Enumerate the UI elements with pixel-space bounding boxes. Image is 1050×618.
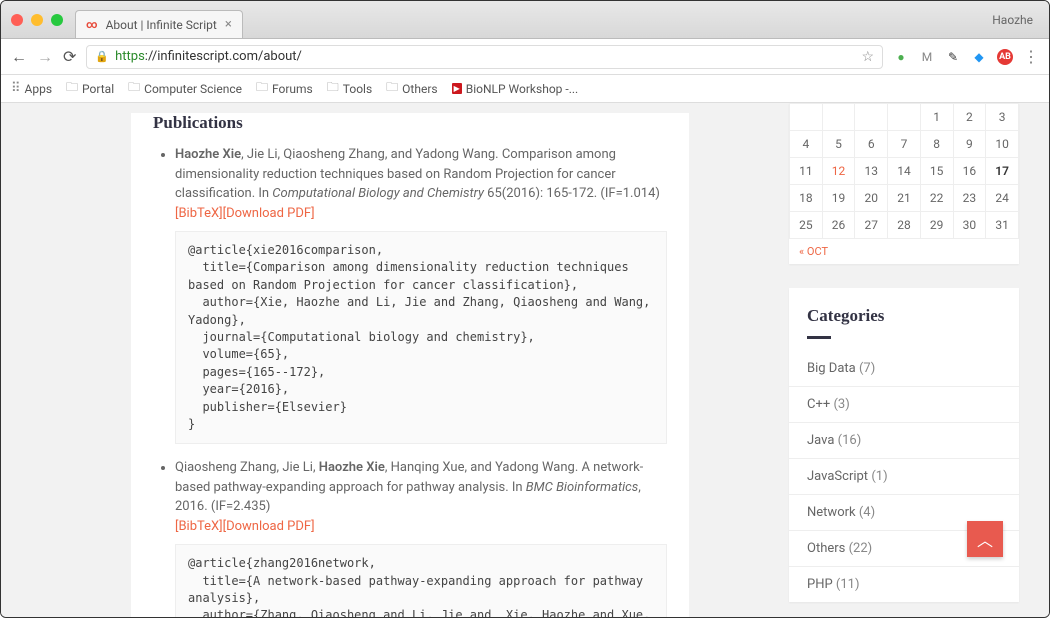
calendar-day[interactable]: 18 <box>790 185 823 212</box>
calendar-day-today[interactable]: 17 <box>986 158 1019 185</box>
window-maximize-button[interactable] <box>51 14 63 26</box>
bibtex-link[interactable]: [BibTeX] <box>175 519 223 534</box>
calendar-day[interactable]: 22 <box>920 185 953 212</box>
calendar-day[interactable]: 6 <box>855 131 888 158</box>
forward-button[interactable]: → <box>37 47 53 67</box>
lock-icon: 🔒 <box>95 50 109 63</box>
chevron-up-icon: ︿ <box>977 527 993 551</box>
calendar-day[interactable]: 2 <box>953 104 986 131</box>
evernote-icon[interactable]: ✎ <box>945 49 961 65</box>
apps-icon: ⠿ <box>11 81 21 96</box>
folder-icon: 🗀 <box>66 78 78 99</box>
calendar-day[interactable]: 19 <box>822 185 855 212</box>
back-button[interactable]: ← <box>11 47 27 67</box>
calendar-day[interactable]: 5 <box>822 131 855 158</box>
window-minimize-button[interactable] <box>31 14 43 26</box>
extension-icon[interactable]: ◆ <box>971 49 987 65</box>
calendar-day[interactable]: 26 <box>822 212 855 239</box>
category-item[interactable]: Big Data (7) <box>789 351 1019 387</box>
folder-icon: 🗀 <box>128 78 140 99</box>
bookmark-folder-portal[interactable]: 🗀Portal <box>66 78 114 99</box>
tab-title: About | Infinite Script <box>106 18 217 32</box>
calendar-day[interactable]: 27 <box>855 212 888 239</box>
extensions: ● M ✎ ◆ AB ⋮ <box>893 47 1039 66</box>
bibtex-code: @article{xie2016comparison, title={Compa… <box>175 231 667 444</box>
calendar-day[interactable]: 9 <box>953 131 986 158</box>
apps-button[interactable]: ⠿Apps <box>11 81 52 96</box>
youtube-icon: ▶ <box>452 83 462 94</box>
calendar-day[interactable]: 11 <box>790 158 823 185</box>
calendar-day[interactable]: 16 <box>953 158 986 185</box>
calendar-day[interactable]: 23 <box>953 185 986 212</box>
tab-close-button[interactable]: × <box>225 17 232 32</box>
scroll-to-top-button[interactable]: ︿ <box>967 521 1003 557</box>
bookmark-star-icon[interactable]: ☆ <box>861 49 874 65</box>
category-item[interactable]: Java (16) <box>789 423 1019 459</box>
calendar-day[interactable]: 1 <box>920 104 953 131</box>
calendar-day[interactable]: 10 <box>986 131 1019 158</box>
adblock-icon[interactable]: AB <box>997 49 1013 65</box>
calendar-widget: 123 45678910 11121314151617 181920212223… <box>789 103 1019 264</box>
browser-menu-button[interactable]: ⋮ <box>1023 47 1039 66</box>
calendar-day[interactable]: 28 <box>888 212 921 239</box>
bookmark-folder-others[interactable]: 🗀Others <box>386 78 437 99</box>
bookmark-folder-cs[interactable]: 🗀Computer Science <box>128 78 242 99</box>
publication-item: Haozhe Xie, Jie Li, Qiaosheng Zhang, and… <box>175 145 667 444</box>
calendar-day[interactable]: 25 <box>790 212 823 239</box>
profile-name[interactable]: Haozhe <box>992 13 1039 27</box>
calendar-day[interactable]: 14 <box>888 158 921 185</box>
bibtex-link[interactable]: [BibTeX] <box>175 206 223 221</box>
section-title-publications: Publications <box>153 113 667 133</box>
bookmarks-bar: ⠿Apps 🗀Portal 🗀Computer Science 🗀Forums … <box>1 75 1049 103</box>
publication-item: Qiaosheng Zhang, Jie Li, Haozhe Xie, Han… <box>175 458 667 618</box>
calendar-day[interactable]: 8 <box>920 131 953 158</box>
category-item[interactable]: JavaScript (1) <box>789 459 1019 495</box>
calendar-day[interactable]: 7 <box>888 131 921 158</box>
calendar-day[interactable]: 3 <box>986 104 1019 131</box>
calendar-day[interactable]: 30 <box>953 212 986 239</box>
titlebar: ∞ About | Infinite Script × Haozhe <box>1 1 1049 39</box>
folder-icon: 🗀 <box>327 78 339 99</box>
gmail-icon[interactable]: M <box>919 49 935 65</box>
extension-icon[interactable]: ● <box>893 49 909 65</box>
calendar-day[interactable]: 24 <box>986 185 1019 212</box>
browser-tab[interactable]: ∞ About | Infinite Script × <box>75 10 243 38</box>
window-close-button[interactable] <box>11 14 23 26</box>
page-content: Publications Haozhe Xie, Jie Li, Qiaoshe… <box>1 103 1049 618</box>
calendar-day[interactable]: 29 <box>920 212 953 239</box>
category-item[interactable]: PHP (11) <box>789 567 1019 602</box>
url-text: https://infinitescript.com/about/ <box>115 49 302 64</box>
calendar-day[interactable]: 21 <box>888 185 921 212</box>
calendar-day[interactable]: 31 <box>986 212 1019 239</box>
title-underline <box>807 336 831 339</box>
calendar-day[interactable]: 13 <box>855 158 888 185</box>
category-item[interactable]: C++ (3) <box>789 387 1019 423</box>
calendar-prev-month[interactable]: « OCT <box>799 245 828 258</box>
calendar-day[interactable]: 12 <box>822 158 855 185</box>
folder-icon: 🗀 <box>256 78 268 99</box>
download-pdf-link[interactable]: [Download PDF] <box>223 519 315 534</box>
categories-title: Categories <box>789 288 1019 336</box>
favicon-icon: ∞ <box>86 18 98 31</box>
calendar-day[interactable]: 15 <box>920 158 953 185</box>
address-bar[interactable]: 🔒 https://infinitescript.com/about/ ☆ <box>86 45 883 69</box>
bookmark-bionlp[interactable]: ▶BioNLP Workshop -... <box>452 82 579 96</box>
download-pdf-link[interactable]: [Download PDF] <box>223 206 315 221</box>
bookmark-folder-forums[interactable]: 🗀Forums <box>256 78 313 99</box>
calendar-day[interactable]: 20 <box>855 185 888 212</box>
bibtex-code: @article{zhang2016network, title={A netw… <box>175 544 667 618</box>
reload-button[interactable]: ⟳ <box>63 47 76 66</box>
browser-toolbar: ← → ⟳ 🔒 https://infinitescript.com/about… <box>1 39 1049 75</box>
bookmark-folder-tools[interactable]: 🗀Tools <box>327 78 372 99</box>
folder-icon: 🗀 <box>386 78 398 99</box>
calendar-day[interactable]: 4 <box>790 131 823 158</box>
